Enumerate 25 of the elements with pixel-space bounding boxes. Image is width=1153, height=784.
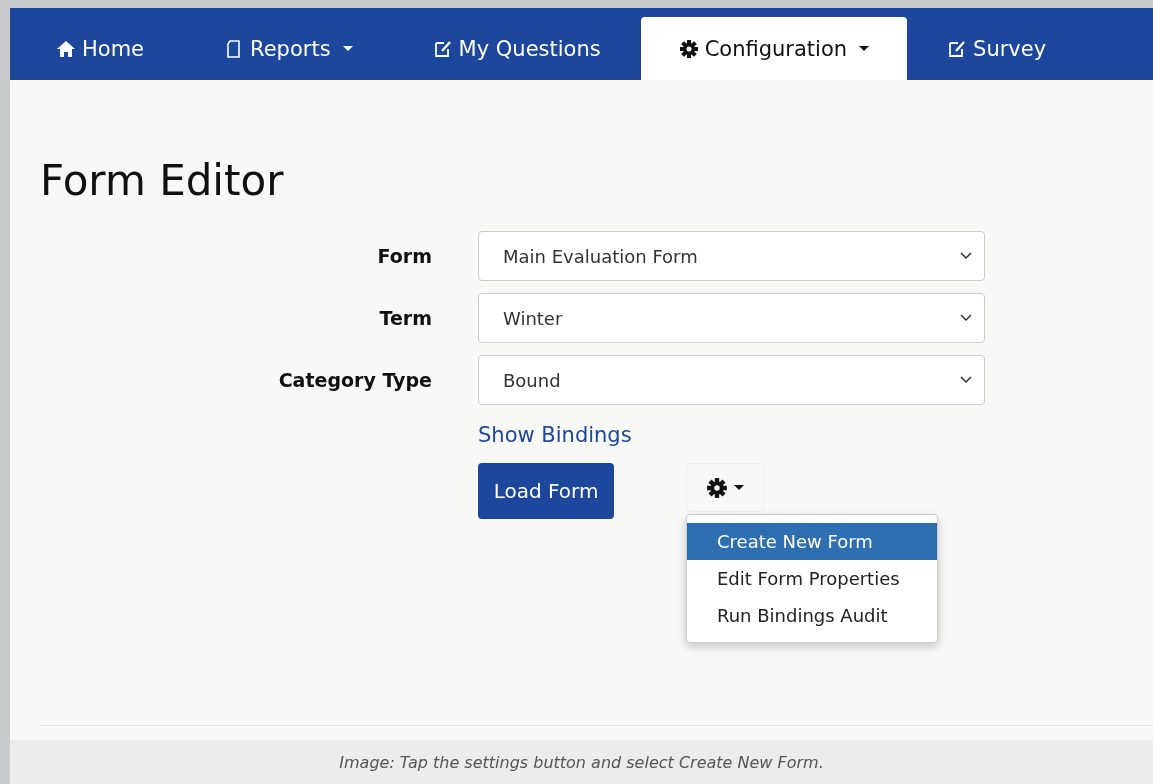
home-icon <box>56 38 76 59</box>
chevron-icon <box>960 376 972 384</box>
nav-tab[interactable]: Configuration <box>640 17 908 80</box>
nav-tab[interactable]: Home <box>36 17 184 80</box>
field-label: Category Type <box>277 368 432 391</box>
load-form-button[interactable]: Load Form <box>478 463 614 519</box>
nav-tab[interactable]: My Questions <box>392 17 641 80</box>
menu-item[interactable]: Run Bindings Audit <box>687 597 937 634</box>
chevron-icon <box>960 252 972 260</box>
field-label: Term <box>378 306 432 329</box>
select-field[interactable]: Main Evaluation Form <box>478 231 985 281</box>
select-field[interactable]: Winter <box>478 293 985 343</box>
nav-tab[interactable]: Survey <box>907 17 1087 80</box>
select-field[interactable]: Bound <box>478 355 985 405</box>
show-bindings-link[interactable]: Show Bindings <box>478 423 632 447</box>
field-label: Form <box>376 244 432 267</box>
menu-item[interactable]: Edit Form Properties <box>687 560 937 597</box>
chevron-icon <box>960 314 972 322</box>
caret-icon <box>734 484 744 491</box>
menu-item[interactable]: Create New Form <box>687 523 937 560</box>
settings-icon <box>706 476 728 499</box>
image-caption: Image: Tap the settings button and select Create New Form. <box>339 752 824 772</box>
nav-tab[interactable]: Reports <box>184 17 393 80</box>
settings-button[interactable] <box>686 463 764 512</box>
page-title: Form Editor <box>40 156 285 205</box>
